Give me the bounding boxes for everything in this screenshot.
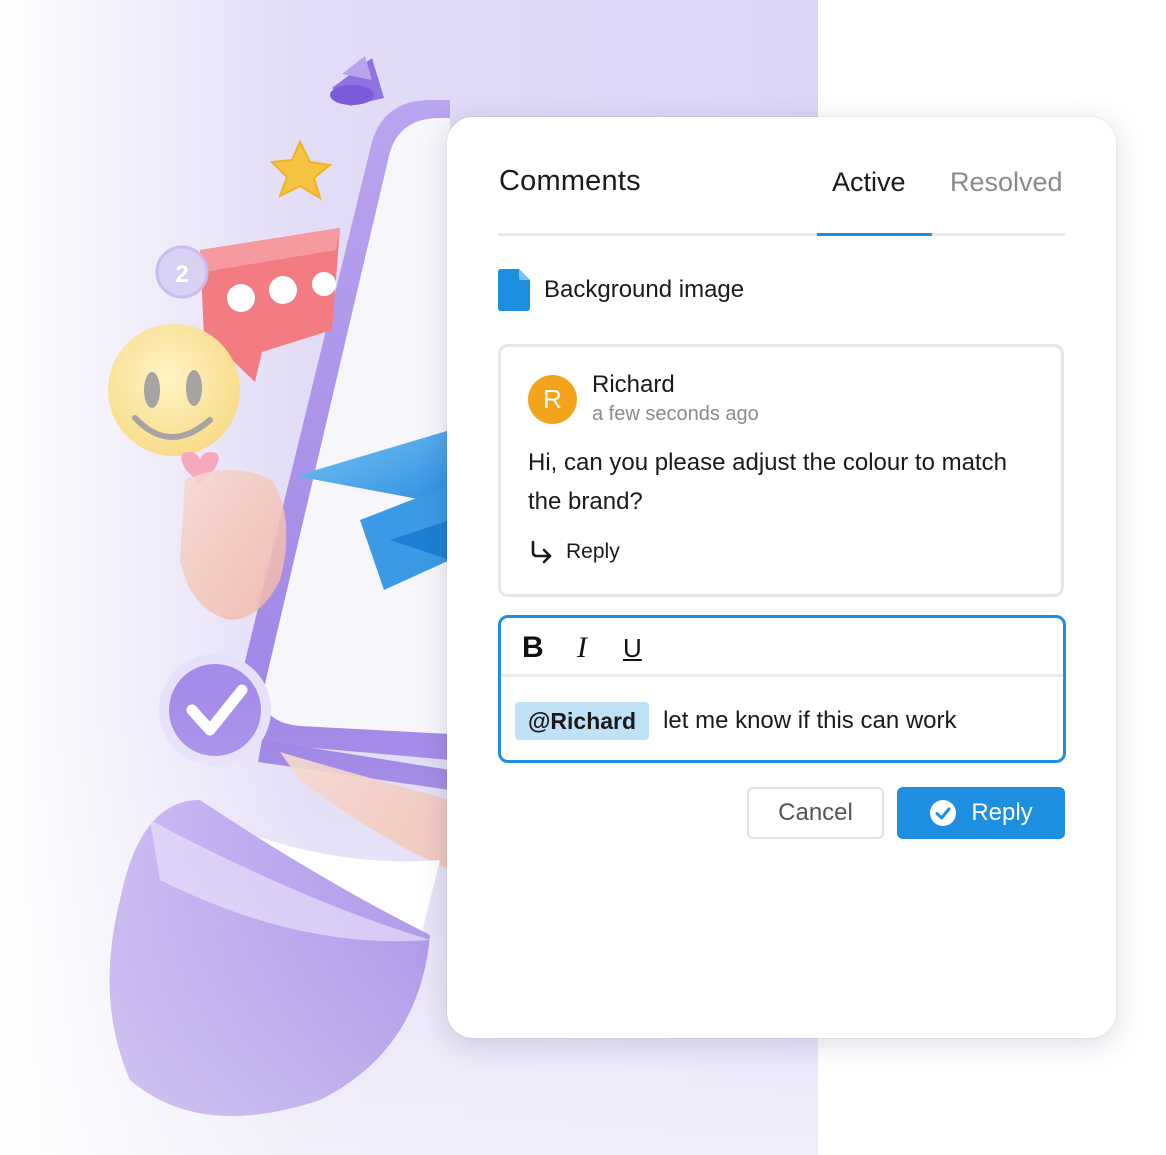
file-name: Background image — [544, 276, 745, 303]
check-circle-icon — [930, 800, 957, 826]
cancel-button[interactable]: Cancel — [747, 787, 884, 839]
comment-author: Richard — [592, 371, 675, 398]
document-icon — [498, 269, 530, 311]
reply-button[interactable]: Reply — [897, 787, 1065, 839]
active-tab-indicator — [817, 233, 932, 236]
file-row: Background image — [498, 269, 744, 311]
editor-content[interactable]: @Richard let me know if this can work — [515, 702, 957, 740]
tabs-divider — [498, 233, 1065, 236]
reply-button-label: Reply — [971, 799, 1033, 826]
panel-title: Comments — [499, 165, 641, 197]
reply-link[interactable]: Reply — [528, 539, 620, 565]
comment-timestamp: a few seconds ago — [592, 403, 759, 425]
reply-editor[interactable]: B I U @Richard let me know if this can w… — [498, 615, 1066, 763]
comment-text: Hi, can you please adjust the colour to … — [528, 449, 1007, 515]
comments-panel: Comments Active Resolved Background imag… — [447, 117, 1116, 1038]
bold-button[interactable]: B — [522, 628, 544, 668]
mention-tag[interactable]: @Richard — [515, 702, 650, 740]
comment-card: R Richard a few seconds ago Hi, can you … — [498, 344, 1064, 597]
editor-text: let me know if this can work — [663, 707, 957, 734]
underline-button[interactable]: U — [623, 628, 642, 668]
italic-button[interactable]: I — [577, 628, 587, 668]
reply-arrow-icon — [531, 540, 552, 564]
format-toolbar: B I U — [501, 618, 1063, 677]
avatar: R — [528, 375, 577, 424]
tab-resolved[interactable]: Resolved — [950, 167, 1063, 198]
tab-active[interactable]: Active — [832, 167, 906, 198]
reply-link-label: Reply — [566, 540, 620, 563]
